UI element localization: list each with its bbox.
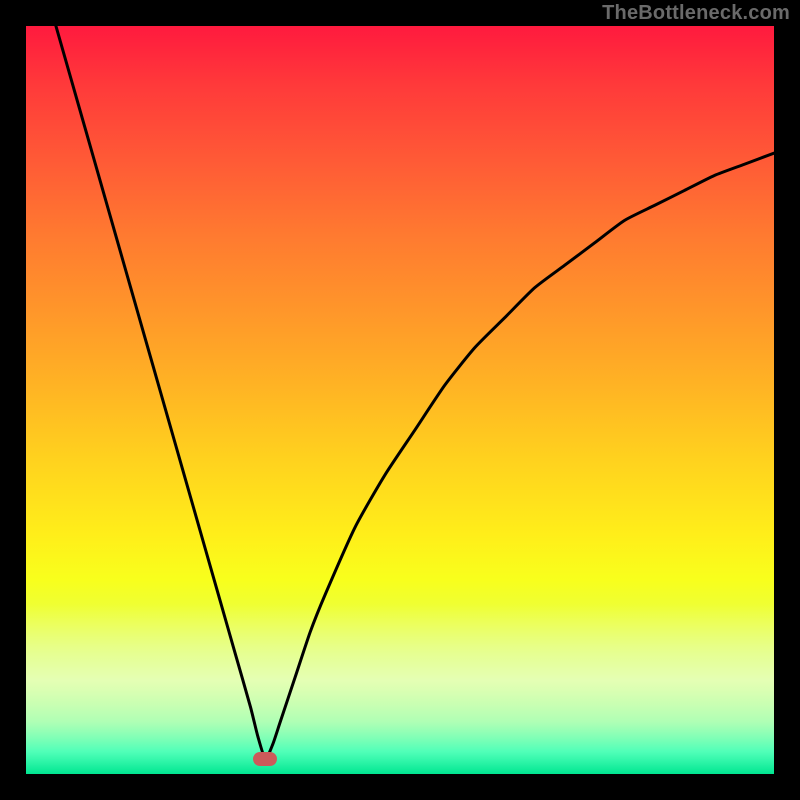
curve-layer — [26, 26, 774, 774]
plot-area — [26, 26, 774, 774]
bottleneck-curve — [56, 26, 774, 759]
watermark-text: TheBottleneck.com — [602, 2, 790, 25]
chart-frame: TheBottleneck.com — [0, 0, 800, 800]
minimum-marker — [253, 752, 277, 766]
